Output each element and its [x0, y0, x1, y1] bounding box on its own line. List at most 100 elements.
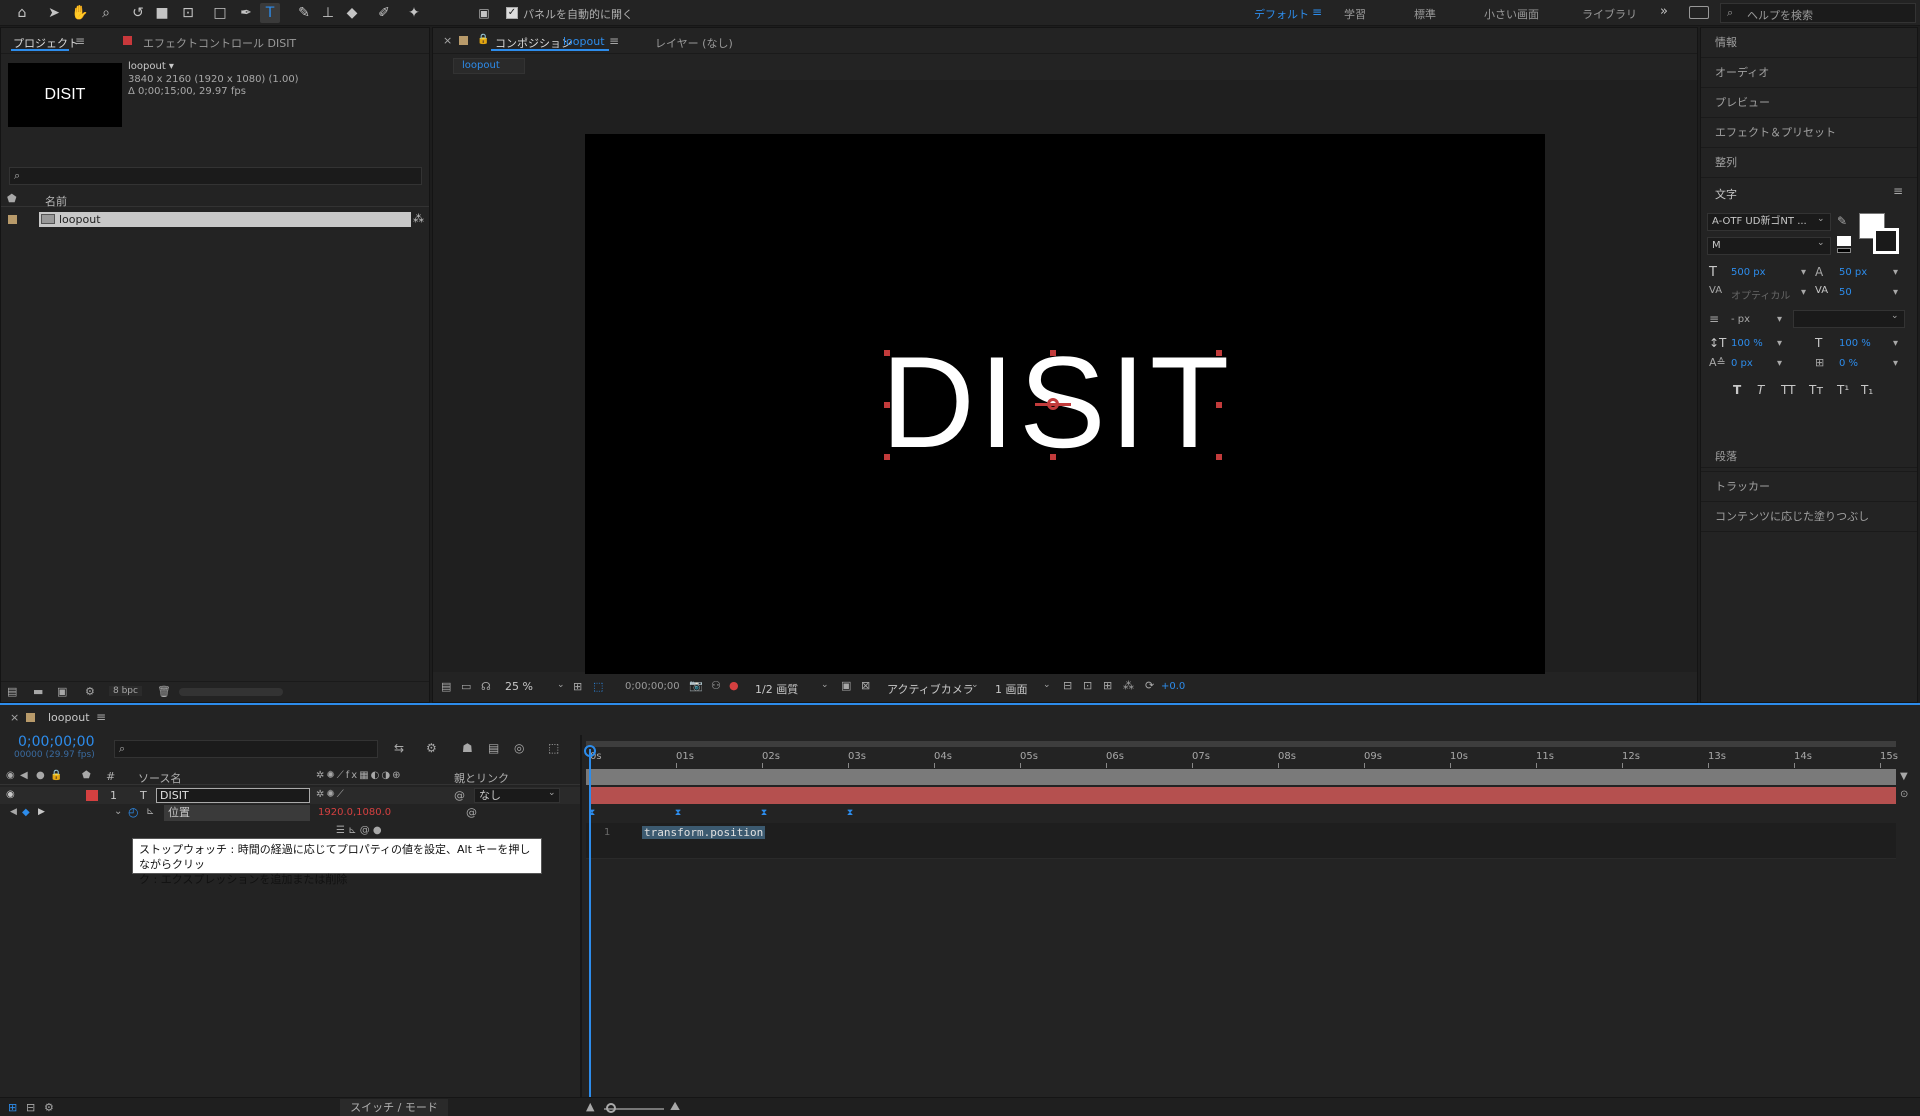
lock-icon[interactable]: 🔒	[477, 34, 489, 45]
workspace-default[interactable]: デフォルト	[1254, 6, 1309, 22]
label-tag-icon[interactable]: ⬟	[82, 770, 91, 781]
kerning-dropdown-icon[interactable]: ▾	[1801, 287, 1806, 298]
stroke-color-swatch[interactable]	[1873, 228, 1899, 254]
property-name[interactable]: 位置	[164, 805, 310, 821]
property-value[interactable]: 1920.0,1080.0	[318, 807, 391, 818]
transfer-controls-toggle-icon[interactable]: ⊟	[26, 1101, 35, 1114]
in-out-toggle-icon[interactable]: ⚙	[44, 1101, 54, 1114]
rectangle-tool-icon[interactable]: □	[210, 3, 230, 23]
close-icon[interactable]: ×	[443, 34, 452, 47]
views-select[interactable]: 1 画面	[995, 681, 1028, 697]
resolution-dropdown-icon[interactable]: ⌄	[821, 680, 829, 690]
region-of-interest-icon[interactable]: ▣	[841, 679, 851, 692]
layer-duration-bar[interactable]	[590, 787, 1896, 804]
bbox-handle[interactable]	[1050, 454, 1056, 460]
kerning-value[interactable]: オプティカル	[1731, 287, 1790, 302]
fast-preview-icon[interactable]: ⊡	[1083, 679, 1092, 692]
layer-name-field[interactable]: DISIT	[156, 788, 310, 803]
interpret-footage-icon[interactable]: ▤	[7, 685, 17, 698]
collapse-chevron-icon[interactable]: ⌄	[114, 806, 122, 817]
project-search-input[interactable]: ⌕	[9, 167, 422, 185]
eraser-tool-icon[interactable]: ◆	[342, 3, 362, 23]
anchor-point-icon[interactable]	[1047, 398, 1059, 410]
horizontal-scale-value[interactable]: 100 %	[1839, 338, 1871, 349]
lock-switch-icon[interactable]: 🔒	[50, 770, 62, 781]
playhead-handle[interactable]	[584, 745, 596, 757]
small-caps-button[interactable]: Tт	[1809, 383, 1823, 397]
zoom-dropdown-icon[interactable]: ⌄	[557, 680, 565, 690]
font-style-select[interactable]: M	[1707, 237, 1831, 255]
viewer-timecode[interactable]: 0;00;00;00	[625, 681, 680, 692]
current-time-display[interactable]: 0;00;00;00	[18, 734, 95, 750]
keyframe-marker[interactable]: ⧗	[760, 809, 768, 818]
layer-switch-controls[interactable]: ✲✺⟋	[316, 789, 346, 800]
stroke-width-value[interactable]: - px	[1731, 314, 1750, 325]
panel-preview[interactable]: プレビュー	[1701, 88, 1917, 118]
safe-zones-icon[interactable]: ⬚	[593, 680, 603, 693]
bbox-handle[interactable]	[884, 402, 890, 408]
close-icon[interactable]: ×	[10, 711, 19, 724]
workspace-small-screen[interactable]: 小さい画面	[1484, 6, 1539, 22]
home-icon[interactable]: ⌂	[12, 3, 32, 23]
frame-blending-icon[interactable]: ▤	[488, 741, 499, 755]
selection-tool-icon[interactable]: ➤	[44, 3, 64, 23]
type-tool-icon[interactable]: T	[260, 3, 280, 23]
keyframe-marker[interactable]: ⧗	[846, 809, 854, 818]
camera-select[interactable]: アクティブカメラ	[887, 681, 974, 697]
transparency-grid-icon[interactable]: ⊠	[861, 679, 870, 692]
row-name[interactable]: loopout	[59, 213, 101, 226]
help-search-box[interactable]: ⌕ ヘルプを検索	[1720, 3, 1916, 23]
next-keyframe-icon[interactable]: ▶	[38, 807, 45, 817]
timeline-divider[interactable]	[580, 735, 582, 1105]
parent-dropdown-icon[interactable]: ⌄	[548, 788, 556, 798]
work-area-bar[interactable]	[586, 741, 1896, 747]
tsume-dropdown-icon[interactable]: ▾	[1893, 358, 1898, 369]
superscript-button[interactable]: T¹	[1837, 383, 1849, 397]
new-composition-icon[interactable]: ▣	[57, 685, 67, 698]
stroke-style-select[interactable]	[1793, 310, 1905, 328]
new-folder-icon[interactable]: ▬	[33, 685, 43, 698]
show-snapshot-icon[interactable]: ⚇	[711, 679, 721, 692]
project-scrollbar[interactable]	[179, 688, 283, 696]
stopwatch-icon[interactable]: ◴	[128, 805, 138, 819]
playhead-line[interactable]	[589, 749, 591, 1099]
panel-info[interactable]: 情報	[1701, 28, 1917, 58]
audio-switch-icon[interactable]: ◀	[20, 770, 28, 781]
expression-editor[interactable]: 1 transform.position	[586, 823, 1896, 859]
monitor-icon[interactable]: ▭	[461, 680, 471, 693]
panel-paragraph[interactable]: 段落	[1701, 442, 1917, 472]
flowchart-icon[interactable]: ⁂	[413, 212, 424, 225]
camera-dropdown-icon[interactable]: ⌄	[971, 680, 979, 690]
comp-viewer[interactable]: DISIT	[433, 80, 1697, 674]
clone-stamp-tool-icon[interactable]: ⊥	[318, 3, 338, 23]
bbox-handle[interactable]	[1216, 402, 1222, 408]
graph-icon[interactable]: ⊾	[146, 806, 154, 817]
bit-depth-button[interactable]: 8 bpc	[109, 686, 142, 696]
stroke-width-dropdown-icon[interactable]: ▾	[1777, 314, 1782, 325]
camera-tool-icon[interactable]: ■	[152, 3, 172, 23]
column-number[interactable]: #	[106, 770, 115, 783]
panel-effects-presets[interactable]: エフェクト＆プリセット	[1701, 118, 1917, 148]
column-source-name[interactable]: ソース名	[138, 770, 181, 786]
font-size-value[interactable]: 500 px	[1731, 267, 1766, 278]
faux-italic-button[interactable]: T	[1757, 383, 1764, 397]
tracking-value[interactable]: 50	[1839, 287, 1852, 298]
pan-behind-tool-icon[interactable]: ⊡	[178, 3, 198, 23]
delete-icon[interactable]: 🗑	[157, 685, 171, 698]
layer-row[interactable]: ◉ 1 T DISIT ✲✺⟋ @ なし ⌄	[0, 787, 580, 804]
column-parent-link[interactable]: 親とリンク	[454, 770, 509, 786]
bbox-handle[interactable]	[884, 350, 890, 356]
layer-label-color[interactable]	[86, 790, 98, 801]
work-area-end-icon[interactable]: ▼	[1900, 771, 1908, 782]
item-name[interactable]: loopout ▾	[128, 61, 174, 72]
workspace-menu-icon[interactable]: ≡	[1312, 5, 1322, 19]
bbox-handle[interactable]	[1216, 454, 1222, 460]
shy-layers-icon[interactable]: ☗	[462, 741, 473, 755]
always-preview-icon[interactable]: ▤	[441, 680, 451, 693]
tab-layer[interactable]: レイヤー (なし)	[655, 35, 733, 51]
keyframe-marker[interactable]: ⧗	[674, 809, 682, 818]
resolution-select[interactable]: 1/2 画質	[755, 681, 798, 697]
video-switch-icon[interactable]: ◉	[6, 770, 15, 781]
zoom-tool-icon[interactable]: ⌕	[96, 3, 116, 23]
bbox-handle[interactable]	[884, 454, 890, 460]
